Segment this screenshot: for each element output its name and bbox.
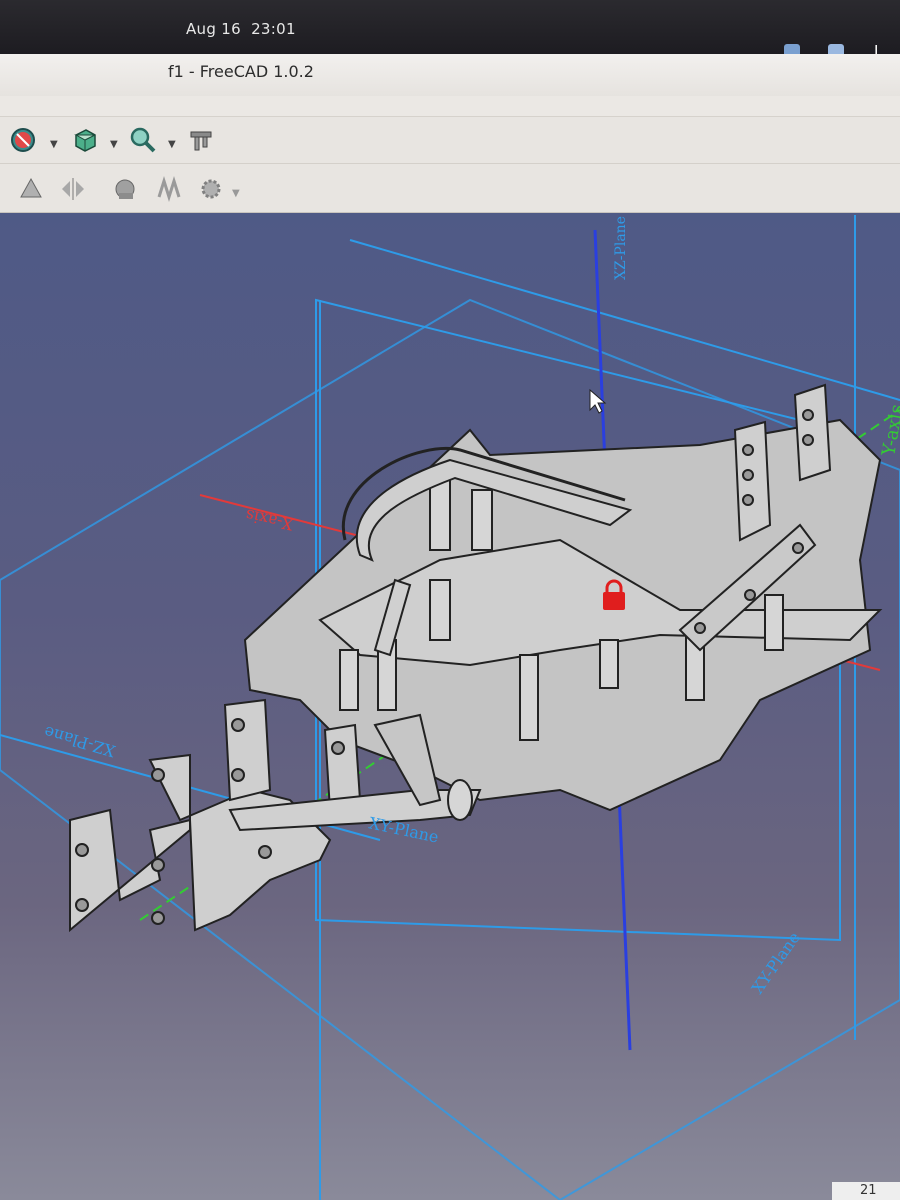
- measure-icon[interactable]: [186, 125, 216, 155]
- window-titlebar[interactable]: [0, 54, 900, 97]
- draw-style-dropdown[interactable]: ▼: [50, 139, 58, 150]
- column: [519, 654, 539, 741]
- time-label: 23:01: [251, 20, 296, 38]
- x-axis-label: X-axis: [244, 505, 295, 534]
- sweep-icon[interactable]: [154, 174, 184, 204]
- gear-part-icon[interactable]: [110, 174, 140, 204]
- date-label: Aug 16: [186, 20, 241, 38]
- draw-style-icon[interactable]: [8, 125, 38, 155]
- column: [339, 649, 359, 711]
- rear-bracket: [733, 420, 772, 542]
- steering-pivot: [447, 779, 473, 821]
- gear-settings-icon[interactable]: [196, 174, 226, 204]
- column: [599, 639, 619, 689]
- 3d-viewport[interactable]: X-axis Y-axis XZ-Plane XZ-Plane XY-Plane…: [0, 213, 900, 1200]
- system-top-bar: Aug 16 23:01 J: [0, 0, 900, 60]
- scene-svg: X-axis Y-axis XZ-Plane XZ-Plane XY-Plane…: [0, 215, 900, 1200]
- zoom-dropdown[interactable]: ▼: [168, 139, 176, 150]
- plane-icon[interactable]: [16, 174, 46, 204]
- column: [471, 489, 493, 551]
- column: [764, 594, 784, 651]
- toolbar-part: ▼: [0, 164, 900, 213]
- y-axis-label: Y-axis: [878, 403, 900, 459]
- system-clock[interactable]: Aug 16 23:01: [186, 20, 296, 38]
- menu-bar: [0, 96, 900, 117]
- taskbar-badge[interactable]: 21: [832, 1182, 900, 1200]
- window-title: f1 - FreeCAD 1.0.2: [168, 62, 314, 81]
- xz-plane-label-top: XZ-Plane: [613, 216, 629, 280]
- column: [429, 579, 451, 641]
- toolbar-view: ▼ ▼ ▼: [0, 117, 900, 164]
- zoom-icon[interactable]: [128, 125, 158, 155]
- xz-plane-label-left: XZ-Plane: [42, 722, 118, 760]
- mirror-icon[interactable]: [58, 174, 88, 204]
- front-bracket: [223, 698, 272, 802]
- front-fork: [69, 753, 332, 933]
- rear-bracket: [793, 383, 832, 482]
- taskbar-badge-value: 21: [860, 1183, 877, 1198]
- part-more-dropdown[interactable]: ▼: [232, 188, 240, 199]
- xy-plane-label-right: XY-Plane: [748, 928, 804, 997]
- std-views-cube-icon[interactable]: [70, 125, 100, 155]
- column: [429, 479, 451, 551]
- std-views-dropdown[interactable]: ▼: [110, 139, 118, 150]
- screen: Aug 16 23:01 J f1 - FreeCAD 1.0.2 ▼ ▼ ▼ …: [0, 0, 900, 1200]
